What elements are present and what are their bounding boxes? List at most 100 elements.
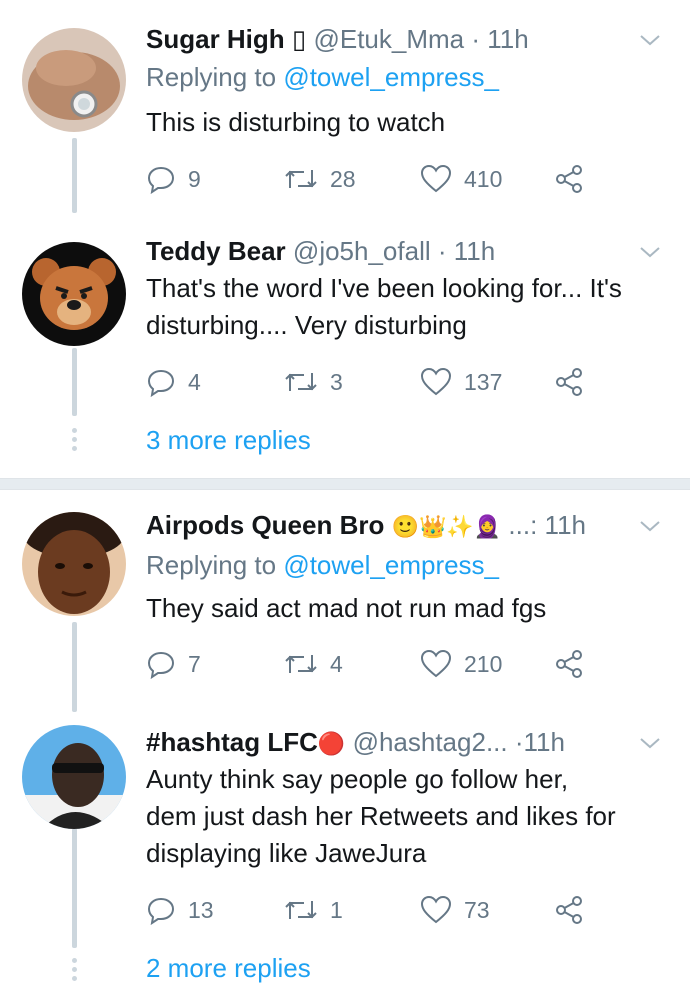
share-button[interactable]	[554, 365, 584, 399]
like-button[interactable]: 137	[420, 365, 502, 399]
share-button[interactable]	[554, 162, 584, 196]
reply-button[interactable]: 9	[146, 162, 201, 196]
tweet-text-line: dem just dash her Retweets and likes for	[146, 801, 616, 831]
tweet-text: Aunty think say people go follow her, de…	[146, 761, 666, 872]
chevron-down-icon[interactable]	[638, 514, 662, 538]
reply-button[interactable]: 4	[146, 365, 201, 399]
heart-icon	[420, 649, 452, 679]
tweet-text-line: disturbing.... Very disturbing	[146, 310, 467, 340]
name-emojis: 🙂👑✨🧕	[391, 515, 502, 540]
tweet-text-line: Aunty think say people go follow her,	[146, 764, 569, 794]
retweet-button[interactable]: 28	[284, 162, 356, 196]
separator-dot: ·	[471, 24, 481, 54]
tweet-hashtag-lfc[interactable]: #hashtag LFC🔴 @hashtag2... ·11h Aunty th…	[0, 725, 690, 930]
tweet-text-line: That's the word I've been looking for...…	[146, 273, 622, 303]
share-icon	[554, 895, 584, 925]
retweet-count: 4	[330, 650, 343, 677]
reply-button[interactable]: 7	[146, 647, 201, 681]
separator-dot: ·	[430, 236, 454, 266]
retweet-count: 3	[330, 368, 343, 395]
tweet-sugar-high[interactable]: Sugar High ▯ @Etuk_Mma · 11h Replying to…	[0, 22, 690, 212]
chevron-down-icon[interactable]	[638, 28, 662, 52]
timestamp[interactable]: 11h	[545, 510, 586, 540]
retweet-icon	[284, 367, 318, 397]
display-name[interactable]: Sugar High	[146, 24, 285, 54]
reply-count: 13	[188, 896, 214, 923]
avatar[interactable]	[22, 242, 126, 346]
display-name[interactable]: Teddy Bear	[146, 236, 286, 266]
tweet-text: That's the word I've been looking for...…	[146, 270, 666, 344]
like-count: 210	[464, 650, 503, 677]
user-handle[interactable]: @jo5h_ofall	[293, 236, 431, 266]
reply-thread-1: Sugar High ▯ @Etuk_Mma · 11h Replying to…	[0, 0, 690, 484]
like-button[interactable]: 73	[420, 893, 490, 927]
timestamp[interactable]: 11h	[487, 24, 528, 54]
name-glyph: ▯	[291, 24, 307, 54]
mention-link[interactable]: @towel_empress_	[283, 550, 499, 580]
avatar[interactable]	[22, 725, 126, 829]
timestamp[interactable]: 11h	[454, 236, 495, 266]
share-button[interactable]	[554, 893, 584, 927]
reply-icon	[146, 367, 176, 397]
reply-icon	[146, 895, 176, 925]
retweet-icon	[284, 649, 318, 679]
reply-icon	[146, 164, 176, 194]
like-count: 410	[464, 165, 503, 192]
retweet-button[interactable]: 1	[284, 893, 343, 927]
mention-link[interactable]: @towel_empress_	[283, 62, 499, 92]
tweet-actions: 4 3 137	[146, 365, 616, 399]
retweet-button[interactable]: 3	[284, 365, 343, 399]
thread-dots	[72, 958, 77, 985]
tweet-text: This is disturbing to watch	[146, 107, 446, 137]
tweet-header: Airpods Queen Bro 🙂👑✨🧕 ...: 11h	[146, 508, 586, 545]
retweet-button[interactable]: 4	[284, 647, 343, 681]
heart-icon	[420, 895, 452, 925]
more-replies-link[interactable]: 2 more replies	[146, 953, 311, 984]
tweet-actions: 9 28 410	[146, 162, 616, 196]
tweet-actions: 7 4 210	[146, 647, 616, 681]
chevron-down-icon[interactable]	[638, 240, 662, 264]
tweet-text-line: displaying like JaweJura	[146, 838, 427, 868]
timestamp[interactable]: 11h	[524, 727, 565, 757]
retweet-count: 1	[330, 896, 343, 923]
replying-to: Replying to @towel_empress_	[146, 548, 499, 582]
tweet-header: Sugar High ▯ @Etuk_Mma · 11h	[146, 22, 529, 56]
tweet-header: #hashtag LFC🔴 @hashtag2... ·11h	[146, 725, 565, 762]
reply-button[interactable]: 13	[146, 893, 214, 927]
retweet-icon	[284, 895, 318, 925]
chevron-down-icon[interactable]	[638, 731, 662, 755]
tweet-airpods-queen[interactable]: Airpods Queen Bro 🙂👑✨🧕 ...: 11h Replying…	[0, 508, 690, 698]
name-emoji: 🔴	[317, 732, 346, 757]
replying-prefix: Replying to	[146, 550, 284, 580]
display-name[interactable]: Airpods Queen Bro	[146, 510, 384, 540]
reply-count: 7	[188, 650, 201, 677]
tweet-teddy-bear[interactable]: Teddy Bear @jo5h_ofall · 11h That's the …	[0, 234, 690, 404]
reply-count: 4	[188, 368, 201, 395]
thread-dots	[72, 428, 77, 455]
user-handle[interactable]: @Etuk_Mma	[313, 24, 464, 54]
heart-icon	[420, 367, 452, 397]
like-count: 73	[464, 896, 490, 923]
tweet-header: Teddy Bear @jo5h_ofall · 11h	[146, 234, 495, 268]
reply-icon	[146, 649, 176, 679]
replying-to: Replying to @towel_empress_	[146, 60, 499, 94]
user-handle[interactable]: @hashtag2...	[353, 727, 508, 757]
like-count: 137	[464, 368, 503, 395]
share-icon	[554, 649, 584, 679]
tweet-actions: 13 1 73	[146, 893, 616, 927]
display-name[interactable]: #hashtag LFC	[146, 727, 318, 757]
more-replies-link[interactable]: 3 more replies	[146, 425, 311, 456]
like-button[interactable]: 210	[420, 647, 502, 681]
share-icon	[554, 164, 584, 194]
reply-count: 9	[188, 165, 201, 192]
tweet-text: They said act mad not run mad fgs	[146, 593, 547, 623]
retweet-icon	[284, 164, 318, 194]
share-icon	[554, 367, 584, 397]
like-button[interactable]: 410	[420, 162, 502, 196]
separator-dot: ·	[514, 727, 524, 757]
heart-icon	[420, 164, 452, 194]
avatar[interactable]	[22, 28, 126, 132]
share-button[interactable]	[554, 647, 584, 681]
truncation-ellipsis: ...:	[508, 510, 538, 540]
avatar[interactable]	[22, 512, 126, 616]
